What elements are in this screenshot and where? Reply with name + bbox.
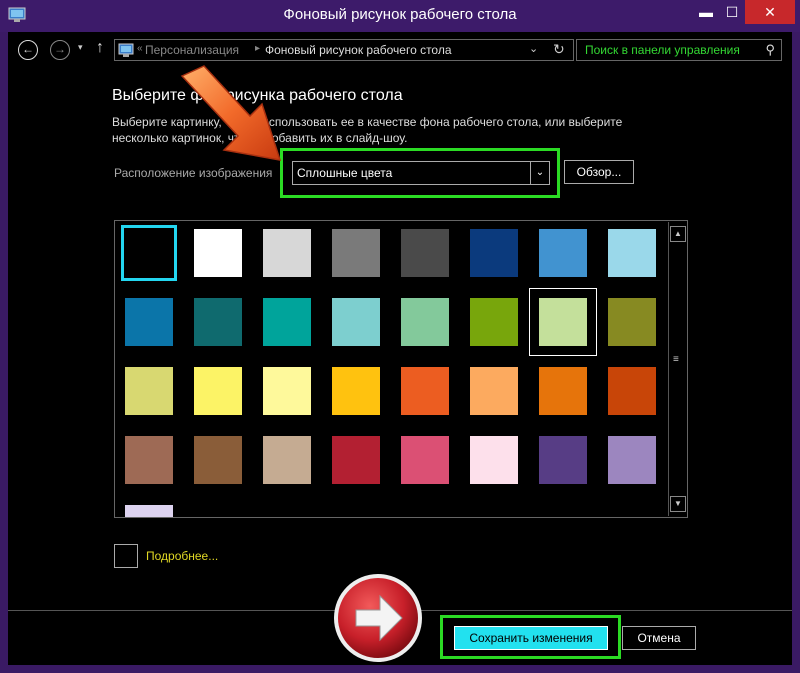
browse-button[interactable]: Обзор... (564, 160, 634, 184)
color-swatch[interactable] (539, 436, 587, 484)
color-swatch[interactable] (263, 436, 311, 484)
color-swatch[interactable] (608, 229, 656, 277)
color-swatch[interactable] (401, 229, 449, 277)
color-swatch[interactable] (608, 436, 656, 484)
back-button[interactable]: ← (18, 40, 38, 60)
color-swatch[interactable] (401, 436, 449, 484)
picture-location-value: Сплошные цвета (297, 166, 393, 180)
color-swatch[interactable] (470, 436, 518, 484)
search-input[interactable]: Поиск в панели управления (585, 43, 740, 57)
color-swatch[interactable] (470, 229, 518, 277)
color-swatch[interactable] (194, 229, 242, 277)
refresh-icon[interactable]: ↻ (553, 41, 565, 58)
color-swatch[interactable] (332, 436, 380, 484)
color-swatch[interactable] (332, 229, 380, 277)
selected-swatch-frame (121, 225, 177, 281)
color-swatch[interactable] (332, 298, 380, 346)
breadcrumb-overflow: « (137, 43, 143, 54)
color-swatch[interactable] (470, 367, 518, 415)
hover-swatch-frame (529, 288, 597, 356)
title-bar[interactable]: Фоновый рисунок рабочего стола ▬ ☐ ✕ (0, 0, 800, 32)
close-button[interactable]: ✕ (745, 0, 795, 24)
color-swatch[interactable] (194, 436, 242, 484)
more-colors-swatch[interactable] (114, 544, 138, 568)
window: Фоновый рисунок рабочего стола ▬ ☐ ✕ ← →… (0, 0, 800, 673)
address-dropdown-icon[interactable]: ⌄ (529, 42, 538, 55)
breadcrumb-personalization[interactable]: Персонализация (145, 43, 239, 57)
address-bar[interactable]: « Персонализация ▸ Фоновый рисунок рабоч… (114, 39, 574, 61)
color-swatch[interactable] (401, 367, 449, 415)
cancel-button[interactable]: Отмена (622, 626, 696, 650)
color-swatch[interactable] (194, 367, 242, 415)
color-swatch[interactable] (539, 367, 587, 415)
color-swatch[interactable] (263, 367, 311, 415)
scroll-thumb[interactable]: ≡ (673, 354, 679, 365)
color-swatch[interactable] (125, 367, 173, 415)
up-button[interactable]: ↑ (96, 39, 104, 57)
color-swatch-grid (114, 220, 688, 518)
forward-button[interactable]: → (50, 40, 70, 60)
window-client: ← → ▾ ↑ « Персонализация ▸ Фоновый рисун… (8, 32, 792, 665)
color-swatch[interactable] (539, 229, 587, 277)
breadcrumb-desktop-background[interactable]: Фоновый рисунок рабочего стола (265, 43, 452, 57)
search-icon[interactable]: ⚲ (765, 42, 775, 58)
navigation-bar: ← → ▾ ↑ « Персонализация ▸ Фоновый рисун… (8, 32, 792, 68)
scroll-down-icon[interactable]: ▼ (670, 496, 686, 512)
more-colors-link[interactable]: Подробнее... (146, 549, 218, 563)
color-swatch[interactable] (608, 367, 656, 415)
scroll-up-icon[interactable]: ▲ (670, 226, 686, 242)
orange-arrow-icon (180, 65, 282, 161)
color-swatch[interactable] (125, 298, 173, 346)
save-changes-button[interactable]: Сохранить изменения (454, 626, 608, 650)
window-title: Фоновый рисунок рабочего стола (283, 6, 517, 23)
recent-pages-dropdown[interactable]: ▾ (78, 42, 83, 53)
control-panel-icon (118, 43, 134, 57)
picture-location-label: Расположение изображения (114, 166, 273, 180)
color-swatch[interactable] (125, 436, 173, 484)
breadcrumb-separator[interactable]: ▸ (255, 43, 260, 54)
picture-location-select[interactable]: Сплошные цвета ⌄ (292, 161, 550, 185)
vertical-scrollbar[interactable]: ▲ ≡ ▼ (668, 222, 686, 516)
color-swatch[interactable] (263, 298, 311, 346)
color-swatch[interactable] (194, 298, 242, 346)
search-box[interactable]: Поиск в панели управления ⚲ (576, 39, 782, 61)
next-arrow-icon (334, 574, 422, 662)
color-swatch[interactable] (332, 367, 380, 415)
color-swatch[interactable] (470, 298, 518, 346)
color-swatch[interactable] (401, 298, 449, 346)
color-swatch[interactable] (125, 505, 173, 517)
color-swatch[interactable] (263, 229, 311, 277)
chevron-down-icon[interactable]: ⌄ (530, 162, 549, 184)
color-swatch[interactable] (608, 298, 656, 346)
